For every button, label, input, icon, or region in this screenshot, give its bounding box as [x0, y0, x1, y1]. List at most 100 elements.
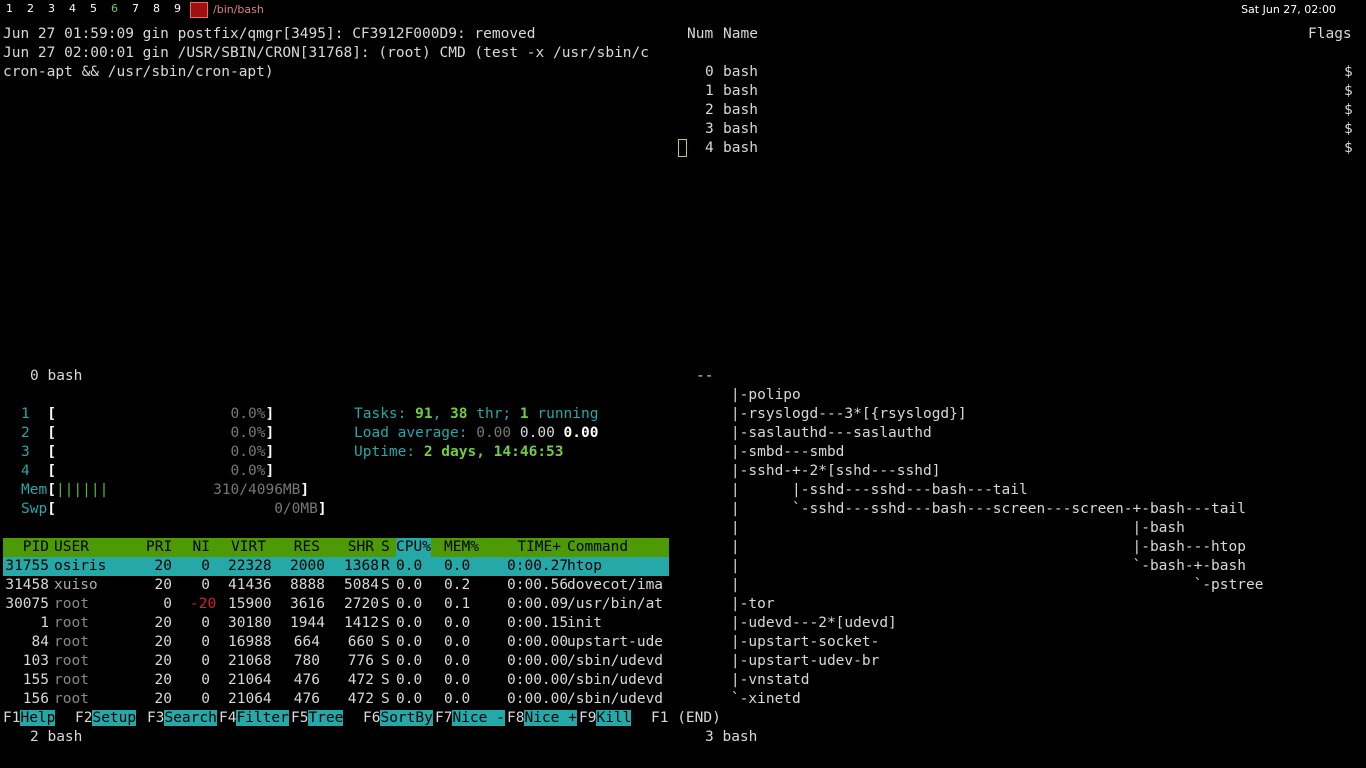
- fkey-f4[interactable]: F4Filter: [219, 709, 289, 728]
- process-command: init: [567, 615, 602, 631]
- mem-meter: Mem[|||||| 310/4096MB]: [21, 482, 310, 498]
- process-res: 780: [293, 653, 320, 669]
- window-num: 1: [705, 83, 714, 99]
- column-header-res[interactable]: RES: [290, 538, 320, 557]
- clock: Sat Jun 27, 02:00: [1241, 3, 1336, 16]
- workspace-2[interactable]: 2: [27, 2, 34, 15]
- column-header-shr[interactable]: SHR: [344, 538, 374, 557]
- process-row[interactable]: 84 root 20 0 16988 664 660 S 0.0 0.0 0:00.00 upstar…: [3, 633, 669, 652]
- window-name[interactable]: bash: [723, 101, 758, 120]
- fkey-f3[interactable]: F3Search: [147, 709, 217, 728]
- process-cpu: 0.0: [396, 691, 423, 707]
- cpu-meter-2: 2 [ 0.0%]: [21, 425, 275, 441]
- process-mem: 0.0: [444, 653, 471, 669]
- pstree-line: |-tor: [696, 596, 775, 612]
- workspace-9[interactable]: 9: [174, 2, 181, 15]
- process-mem: 0.0: [444, 672, 471, 688]
- fkey-key: F2: [75, 710, 93, 726]
- fkey-f8[interactable]: F8Nice +: [507, 709, 577, 728]
- window-name[interactable]: bash: [723, 120, 758, 139]
- process-res: 2000: [290, 558, 325, 574]
- pane-status-3: 3 bash: [705, 729, 758, 745]
- process-row[interactable]: 31755 osiris 20 0 22328 2000 1368 R 0.0 0.0 0:00.2…: [3, 557, 669, 576]
- process-row[interactable]: 156 root 20 0 21064 476 472 S 0.0 0.0 0:00.00/sbin…: [3, 690, 669, 709]
- process-shr: 5084: [344, 577, 379, 593]
- process-user: root: [54, 653, 89, 669]
- pstree-line: |-udevd---2*[udevd]: [696, 615, 897, 631]
- process-row[interactable]: 155 root 20 0 21064 476 472 S 0.0 0.0 0:00.00/sbin…: [3, 671, 669, 690]
- workspace-6[interactable]: 6: [111, 2, 118, 15]
- window-num: 0: [705, 64, 714, 80]
- window-name[interactable]: bash: [723, 139, 758, 158]
- fkey-key: F6: [363, 710, 381, 726]
- terminal-app-icon[interactable]: [190, 2, 208, 18]
- process-user: root: [54, 596, 89, 612]
- fkey-key: F5: [291, 710, 309, 726]
- process-res: 476: [293, 672, 320, 688]
- column-header-mem[interactable]: MEM%: [444, 538, 479, 557]
- process-row[interactable]: 1 root 20 0 30180 1944 1412 S 0.0 0.0 0:00.15 init: [3, 614, 669, 633]
- process-row[interactable]: 30075 root 0 -20 15900 3616 2720 S 0.0 0.1 0:00.09…: [3, 595, 669, 614]
- process-row[interactable]: 103 root 20 0 21068 780 776 S 0.0 0.0 0:00.00/sbin…: [3, 652, 669, 671]
- process-pid: 84: [31, 634, 49, 650]
- process-res: 3616: [290, 596, 325, 612]
- process-pid: 30075: [5, 596, 49, 612]
- column-header-command[interactable]: Command: [567, 538, 628, 557]
- pstree-line: |-upstart-socket-: [696, 634, 880, 650]
- process-pid: 1: [40, 615, 49, 631]
- fkey-f9[interactable]: F9Kill: [579, 709, 632, 728]
- column-header-pid[interactable]: PID: [3, 538, 49, 557]
- workspace-5[interactable]: 5: [90, 2, 97, 15]
- column-header-s[interactable]: S: [381, 538, 390, 557]
- tasks-summary: Tasks: 91, 38 thr; 1 running: [354, 406, 599, 422]
- column-header-ni[interactable]: NI: [190, 538, 210, 557]
- workspace-8[interactable]: 8: [153, 2, 160, 15]
- workspace-3[interactable]: 3: [48, 2, 55, 15]
- fkey-f2[interactable]: F2Setup: [75, 709, 137, 728]
- pstree-line: |-sshd-+-2*[sshd---sshd]: [696, 463, 941, 479]
- pstree-line: | `-pstree: [696, 577, 1264, 593]
- fkey-key: F4: [219, 710, 237, 726]
- fkey-key: F3: [147, 710, 165, 726]
- process-table-header[interactable]: PID USER PRI NI VIRT RES SHR S CPU% MEM% TIME+ Comm…: [3, 538, 669, 557]
- fkey-label: Nice +: [524, 710, 577, 726]
- workspace-4[interactable]: 4: [69, 2, 76, 15]
- process-row[interactable]: 31458 xuiso 20 0 41436 8888 5084 S 0.0 0.2 0:00.56…: [3, 576, 669, 595]
- workspace-7[interactable]: 7: [132, 2, 139, 15]
- pane-status-0: 0 bash: [30, 368, 83, 384]
- fkey-f6[interactable]: F6SortBy: [363, 709, 433, 728]
- terminal-cursor: [678, 139, 687, 157]
- window-flag: $: [1344, 140, 1353, 156]
- process-command: /sbin/udevd: [567, 653, 664, 669]
- process-mem: 0.2: [444, 577, 471, 593]
- window-flag: $: [1344, 64, 1353, 80]
- workspace-1[interactable]: 1: [6, 2, 13, 15]
- fkey-f5[interactable]: F5Tree: [291, 709, 344, 728]
- window-name[interactable]: bash: [723, 63, 758, 82]
- cpu-id: 3: [21, 444, 30, 460]
- window-num: 4: [705, 140, 714, 156]
- fkey-f7[interactable]: F7Nice -: [435, 709, 505, 728]
- process-s: R: [381, 558, 390, 574]
- process-ni: 0: [201, 634, 210, 650]
- process-command: /sbin/udevd: [567, 691, 664, 707]
- fkey-key: F7: [435, 710, 453, 726]
- column-header-virt[interactable]: VIRT: [228, 538, 266, 557]
- column-header-user[interactable]: USER: [54, 538, 89, 557]
- process-shr: 660: [347, 634, 374, 650]
- pstree-line: |-polipo: [696, 387, 801, 403]
- process-pid: 31755: [5, 558, 49, 574]
- process-cpu: 0.0: [396, 653, 423, 669]
- process-shr: 1412: [344, 615, 379, 631]
- process-virt: 41436: [228, 577, 272, 593]
- fkey-label: Tree: [308, 710, 344, 726]
- process-s: S: [381, 577, 390, 593]
- window-name[interactable]: bash: [723, 82, 758, 101]
- column-header-pri[interactable]: PRI: [146, 538, 172, 557]
- process-ni: 0: [201, 558, 210, 574]
- process-shr: 1368: [344, 558, 379, 574]
- column-header-cpu[interactable]: CPU%: [396, 538, 431, 557]
- column-header-time[interactable]: TIME+: [507, 538, 561, 557]
- fkey-f1[interactable]: F1Help: [3, 709, 56, 728]
- process-pid: 103: [22, 653, 49, 669]
